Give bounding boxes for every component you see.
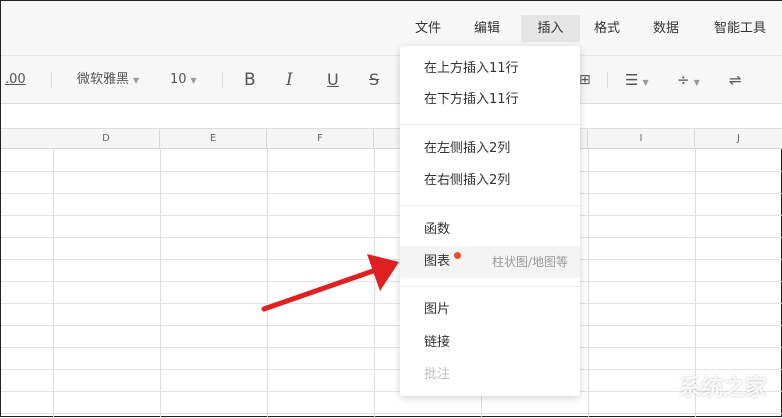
red-arrow-annotation [261,254,399,312]
watermark: 系统之家 [678,376,767,401]
